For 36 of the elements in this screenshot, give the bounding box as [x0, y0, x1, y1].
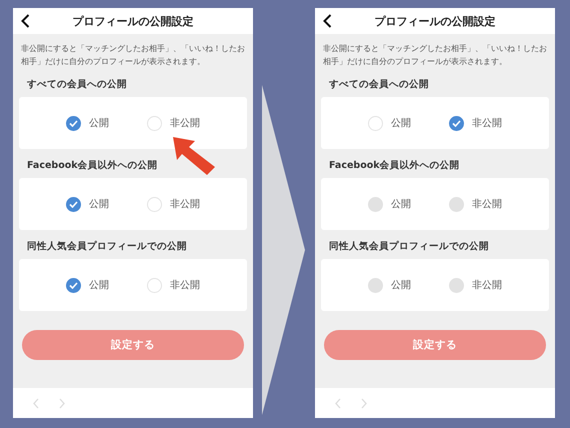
section-heading: すべての会員への公開	[27, 78, 128, 91]
option-label[interactable]: 非公開	[170, 197, 200, 211]
check-icon	[69, 282, 78, 288]
option-label[interactable]: 公開	[391, 116, 411, 130]
description-text: 非公開にすると「マッチングしたお相手」、「いいね！したお相手」だけに自分のプロフィールが表示されます。	[21, 43, 246, 68]
radio-button[interactable]	[66, 278, 81, 292]
back-nav-icon[interactable]	[33, 398, 39, 408]
section-heading: すべての会員への公開	[329, 78, 430, 91]
back-icon[interactable]	[323, 14, 332, 28]
option-label[interactable]: 非公開	[170, 278, 200, 292]
section-heading: Facebook会員以外への公開	[329, 159, 461, 172]
radio-button[interactable]	[66, 116, 81, 130]
description-text: 非公開にすると「マッチングしたお相手」、「いいね！したお相手」だけに自分のプロフィールが表示されます。	[323, 43, 548, 68]
radio-button[interactable]	[368, 116, 383, 130]
screen-title: プロフィールの公開設定	[374, 14, 496, 28]
back-icon[interactable]	[21, 14, 30, 28]
radio-button[interactable]	[449, 116, 464, 130]
forward-nav-icon[interactable]	[59, 398, 65, 408]
option-label[interactable]: 非公開	[170, 116, 200, 130]
radio-button[interactable]	[147, 116, 162, 130]
section-heading: 同性人気会員プロフィールでの公開	[27, 240, 188, 253]
option-label[interactable]: 非公開	[472, 116, 502, 130]
check-icon	[69, 120, 78, 126]
radio-button[interactable]	[147, 278, 162, 292]
section-heading: Facebook会員以外への公開	[27, 159, 159, 172]
screen-title: プロフィールの公開設定	[72, 14, 194, 28]
back-nav-icon[interactable]	[335, 398, 341, 408]
option-label[interactable]: 公開	[89, 197, 109, 211]
forward-nav-icon[interactable]	[361, 398, 367, 408]
check-icon	[452, 120, 461, 126]
option-label[interactable]: 公開	[89, 278, 109, 292]
radio-button[interactable]	[66, 196, 81, 212]
check-icon	[69, 200, 78, 208]
option-label[interactable]: 公開	[89, 116, 109, 130]
section-heading: 同性人気会員プロフィールでの公開	[329, 240, 490, 253]
radio-button[interactable]	[147, 196, 162, 212]
